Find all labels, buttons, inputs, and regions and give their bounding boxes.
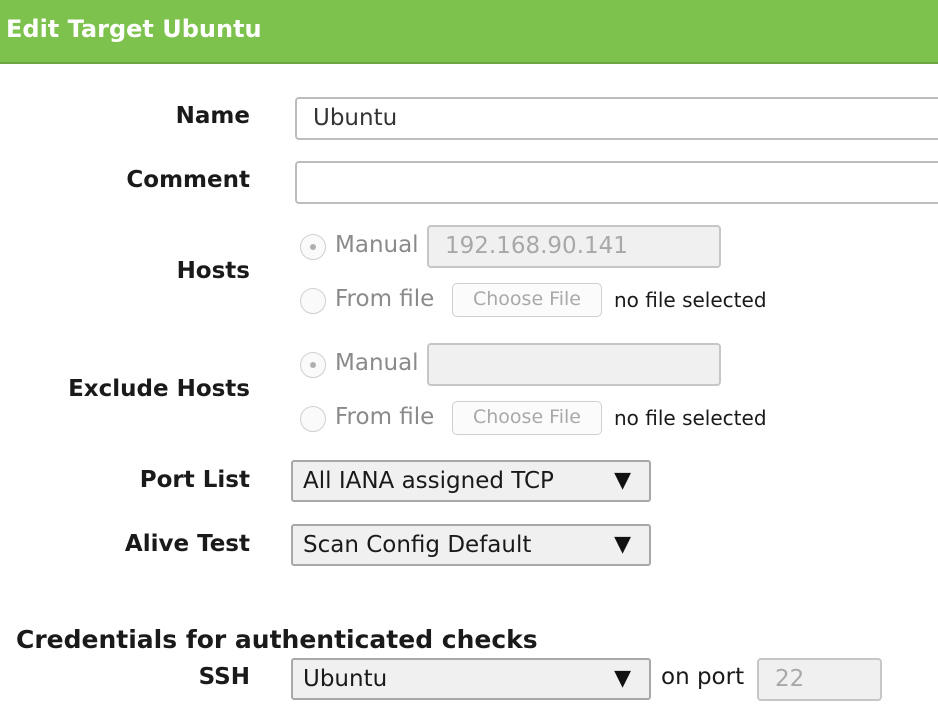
ssh-credential-select[interactable]: Ubuntu ▼ [291, 658, 651, 700]
exclude-hosts-choose-file-button[interactable]: Choose File [452, 401, 602, 435]
alive-test-label: Alive Test [124, 531, 250, 557]
alive-test-value: Scan Config Default [303, 532, 532, 558]
dialog-title: Edit Target Ubuntu [6, 15, 262, 43]
exclude-hosts-fromfile-radio[interactable] [300, 406, 326, 432]
comment-label: Comment [126, 167, 250, 193]
alive-test-select[interactable]: Scan Config Default ▼ [291, 524, 651, 566]
exclude-hosts-manual-radio[interactable] [300, 352, 326, 378]
on-port-label: on port [661, 664, 745, 690]
ssh-label: SSH [198, 664, 250, 690]
exclude-hosts-manual-label: Manual [335, 350, 419, 376]
credentials-heading: Credentials for authenticated checks [16, 625, 538, 654]
port-list-value: All IANA assigned TCP [303, 468, 554, 494]
hosts-choose-file-button[interactable]: Choose File [452, 283, 602, 317]
hosts-fromfile-label: From file [335, 286, 435, 312]
radio-selected-dot [310, 244, 316, 250]
port-list-select[interactable]: All IANA assigned TCP ▼ [291, 460, 651, 502]
comment-input[interactable] [295, 161, 938, 204]
hosts-fromfile-radio[interactable] [300, 288, 326, 314]
hosts-manual-label: Manual [335, 232, 419, 258]
dropdown-arrow-icon: ▼ [614, 666, 631, 691]
radio-selected-dot [310, 362, 316, 368]
hosts-label: Hosts [176, 258, 250, 284]
exclude-hosts-file-status: no file selected [614, 406, 767, 430]
dropdown-arrow-icon: ▼ [614, 468, 631, 493]
name-input[interactable]: Ubuntu [295, 97, 938, 140]
dropdown-arrow-icon: ▼ [614, 532, 631, 557]
name-label: Name [175, 103, 250, 129]
ssh-port-input[interactable]: 22 [757, 658, 882, 701]
ssh-credential-value: Ubuntu [303, 666, 388, 692]
exclude-hosts-fromfile-label: From file [335, 404, 435, 430]
hosts-manual-input[interactable]: 192.168.90.141 [427, 225, 721, 268]
exclude-hosts-label: Exclude Hosts [68, 376, 250, 402]
hosts-manual-radio[interactable] [300, 234, 326, 260]
hosts-file-status: no file selected [614, 288, 767, 312]
dialog-titlebar: Edit Target Ubuntu [0, 0, 938, 64]
exclude-hosts-manual-input[interactable] [427, 343, 721, 386]
port-list-label: Port List [139, 467, 250, 493]
